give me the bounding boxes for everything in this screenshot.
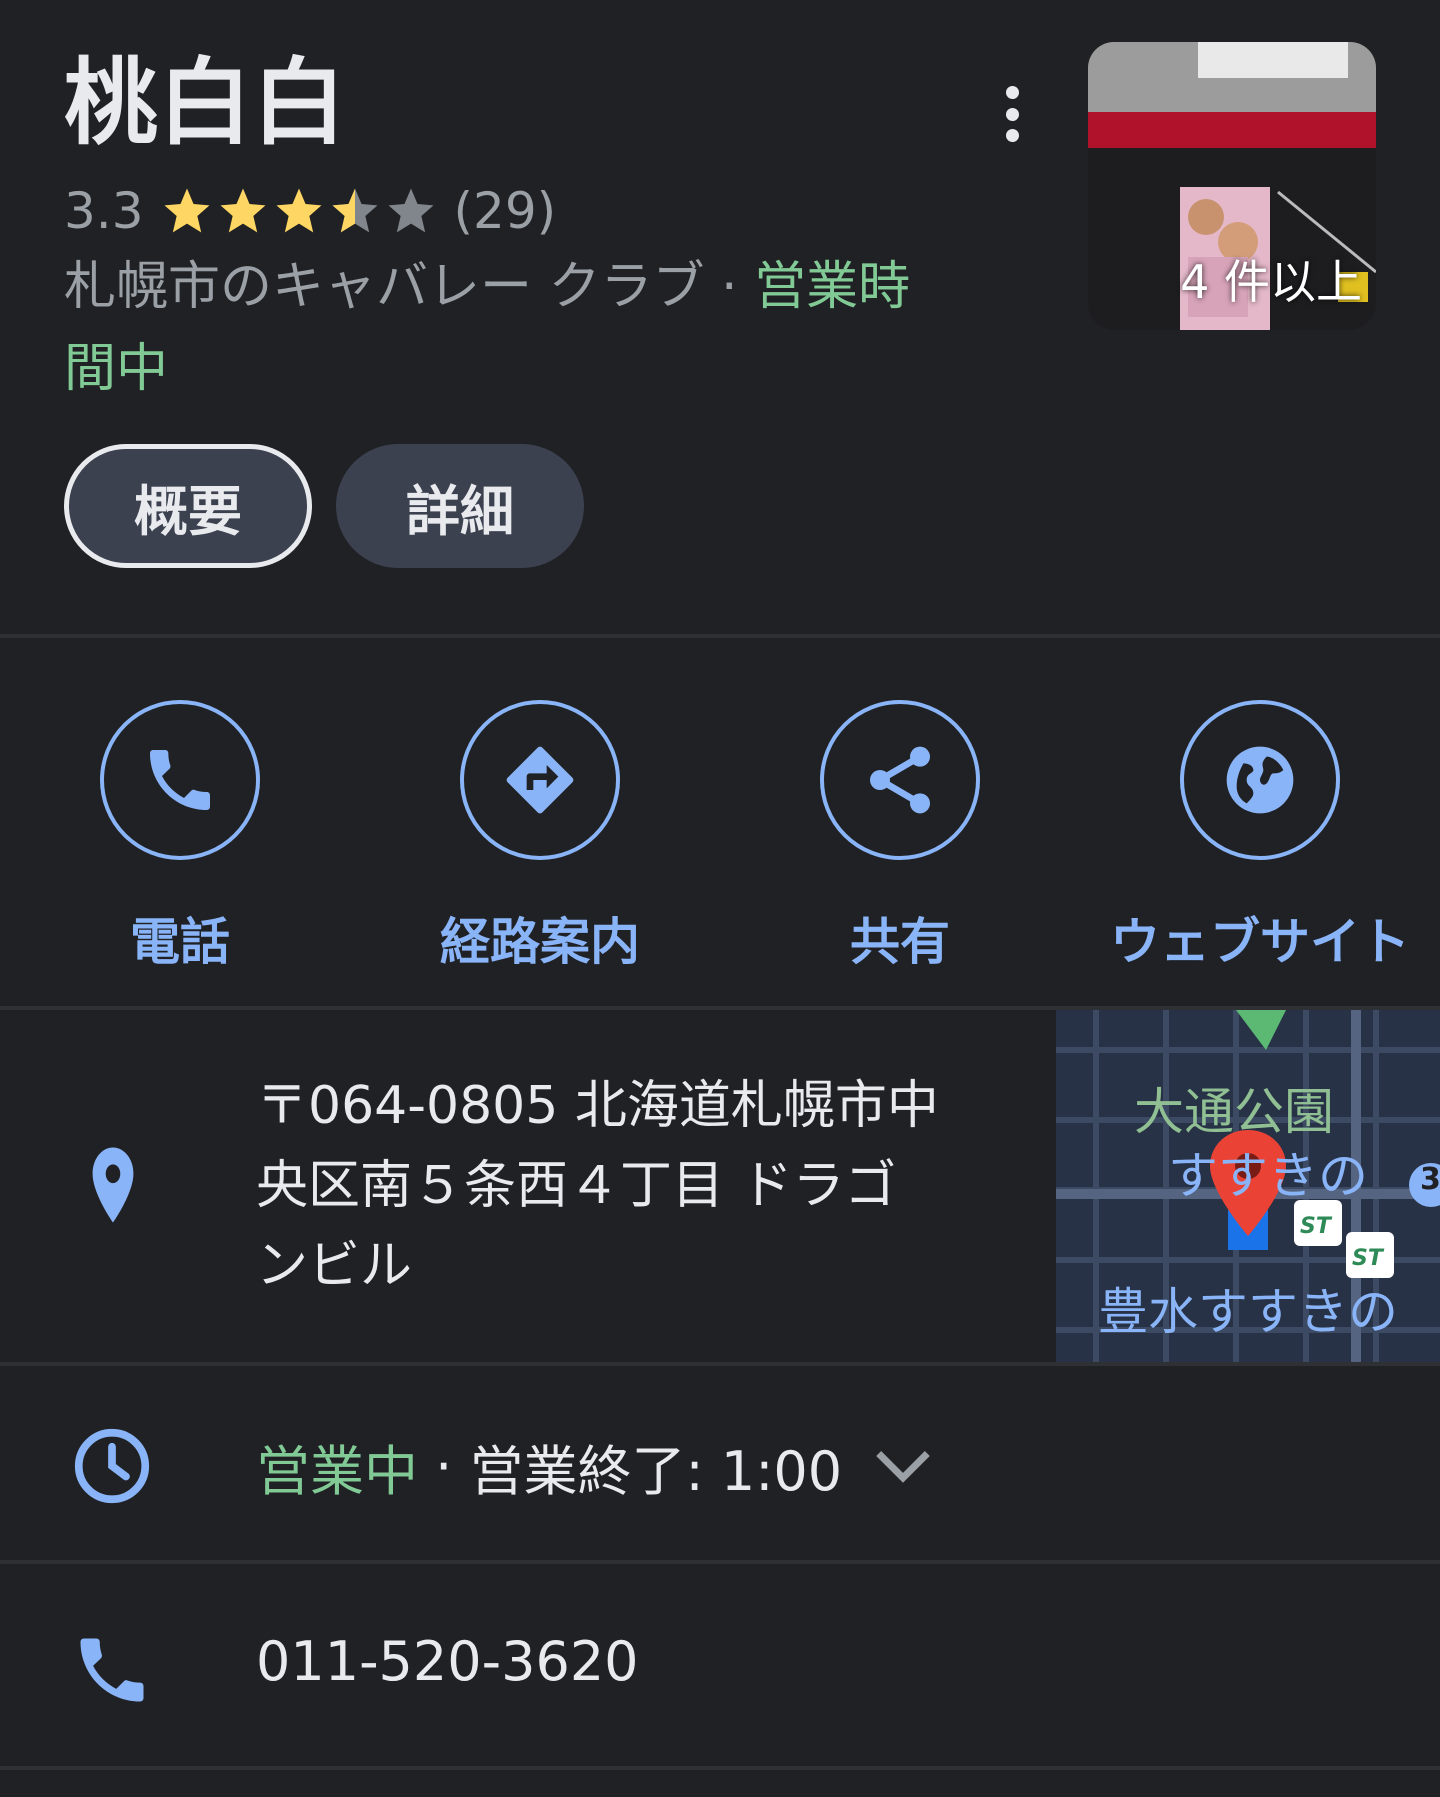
divider bbox=[0, 634, 1440, 638]
place-photo[interactable]: 4 件以上 bbox=[1088, 42, 1376, 330]
hours-detail: 営業終了: 1:00 bbox=[469, 1439, 843, 1503]
address-line: 〒064-0805 北海道札幌市中 bbox=[256, 1076, 939, 1136]
location-pin-icon bbox=[78, 1140, 148, 1230]
divider bbox=[0, 1766, 1440, 1770]
share-button[interactable]: 共有 bbox=[750, 700, 1050, 974]
share-label: 共有 bbox=[850, 913, 950, 971]
map-station-badge: ST bbox=[1352, 1246, 1383, 1271]
directions-button[interactable]: 経路案内 bbox=[390, 700, 690, 974]
star-full-icon bbox=[276, 188, 322, 233]
star-full-icon bbox=[164, 188, 210, 233]
phone-icon bbox=[70, 1628, 154, 1712]
website-button[interactable]: ウェブサイト bbox=[1110, 700, 1410, 974]
address-text[interactable]: 〒064-0805 北海道札幌市中 央区南５条西４丁目 ドラゴ ンビル bbox=[256, 1066, 976, 1306]
call-button[interactable]: 電話 bbox=[30, 700, 330, 974]
divider bbox=[0, 1560, 1440, 1564]
place-title: 桃白白 bbox=[64, 49, 347, 158]
star-rating bbox=[160, 184, 440, 238]
share-icon bbox=[870, 746, 930, 814]
map-label: すすきの bbox=[1168, 1147, 1368, 1205]
place-category: 札幌市のキャバレー クラブ · bbox=[64, 257, 755, 317]
phone-number[interactable]: 011-520-3620 bbox=[256, 1630, 639, 1693]
hours-separator: · bbox=[418, 1434, 470, 1498]
hours-status: 営業中 bbox=[256, 1439, 418, 1503]
tab-overview[interactable]: 概要 bbox=[64, 444, 312, 568]
rating-row[interactable]: 3.3 (29) bbox=[64, 176, 556, 246]
category-and-status: 札幌市のキャバレー クラブ · 営業時間中 bbox=[64, 246, 914, 410]
hours-summary[interactable]: 営業中 · 営業終了: 1:00 bbox=[256, 1428, 842, 1504]
more-options-icon[interactable] bbox=[990, 86, 1034, 142]
chevron-down-icon[interactable] bbox=[870, 1440, 936, 1494]
map-label: 豊水すすきの bbox=[1098, 1283, 1398, 1341]
star-empty-icon bbox=[388, 188, 434, 233]
address-line: ンビル bbox=[256, 1236, 413, 1296]
star-partial-icon bbox=[332, 188, 378, 233]
place-details-panel: 桃白白 4 件以上 3.3 (29) 札幌市のキャバレー クラブ · 営業時間中… bbox=[0, 0, 1440, 1797]
phone-icon bbox=[150, 750, 210, 810]
directions-label: 経路案内 bbox=[440, 913, 640, 971]
map-label: 大通公園 bbox=[1134, 1083, 1334, 1141]
divider bbox=[0, 1362, 1440, 1366]
map-station-badge: ST bbox=[1300, 1214, 1331, 1239]
website-button-circle[interactable] bbox=[1180, 700, 1340, 860]
review-count: (29) bbox=[453, 182, 557, 240]
map-thumbnail[interactable]: 大通公園 すすきの 豊水すすきの 3 ST ST bbox=[1056, 1010, 1440, 1362]
star-full-icon bbox=[220, 188, 266, 233]
share-button-circle[interactable] bbox=[820, 700, 980, 860]
call-label: 電話 bbox=[130, 913, 230, 971]
rating-value: 3.3 bbox=[64, 182, 144, 240]
directions-button-circle[interactable] bbox=[460, 700, 620, 860]
photo-count-label: 4 件以上 bbox=[1180, 255, 1362, 309]
globe-icon bbox=[1226, 746, 1294, 814]
clock-icon bbox=[70, 1424, 154, 1508]
address-line: 央区南５条西４丁目 ドラゴ bbox=[256, 1156, 897, 1216]
directions-icon bbox=[506, 746, 574, 814]
map-route-badge: 3 bbox=[1420, 1162, 1440, 1197]
call-button-circle[interactable] bbox=[100, 700, 260, 860]
tab-details[interactable]: 詳細 bbox=[336, 444, 584, 568]
website-label: ウェブサイト bbox=[1110, 913, 1410, 971]
